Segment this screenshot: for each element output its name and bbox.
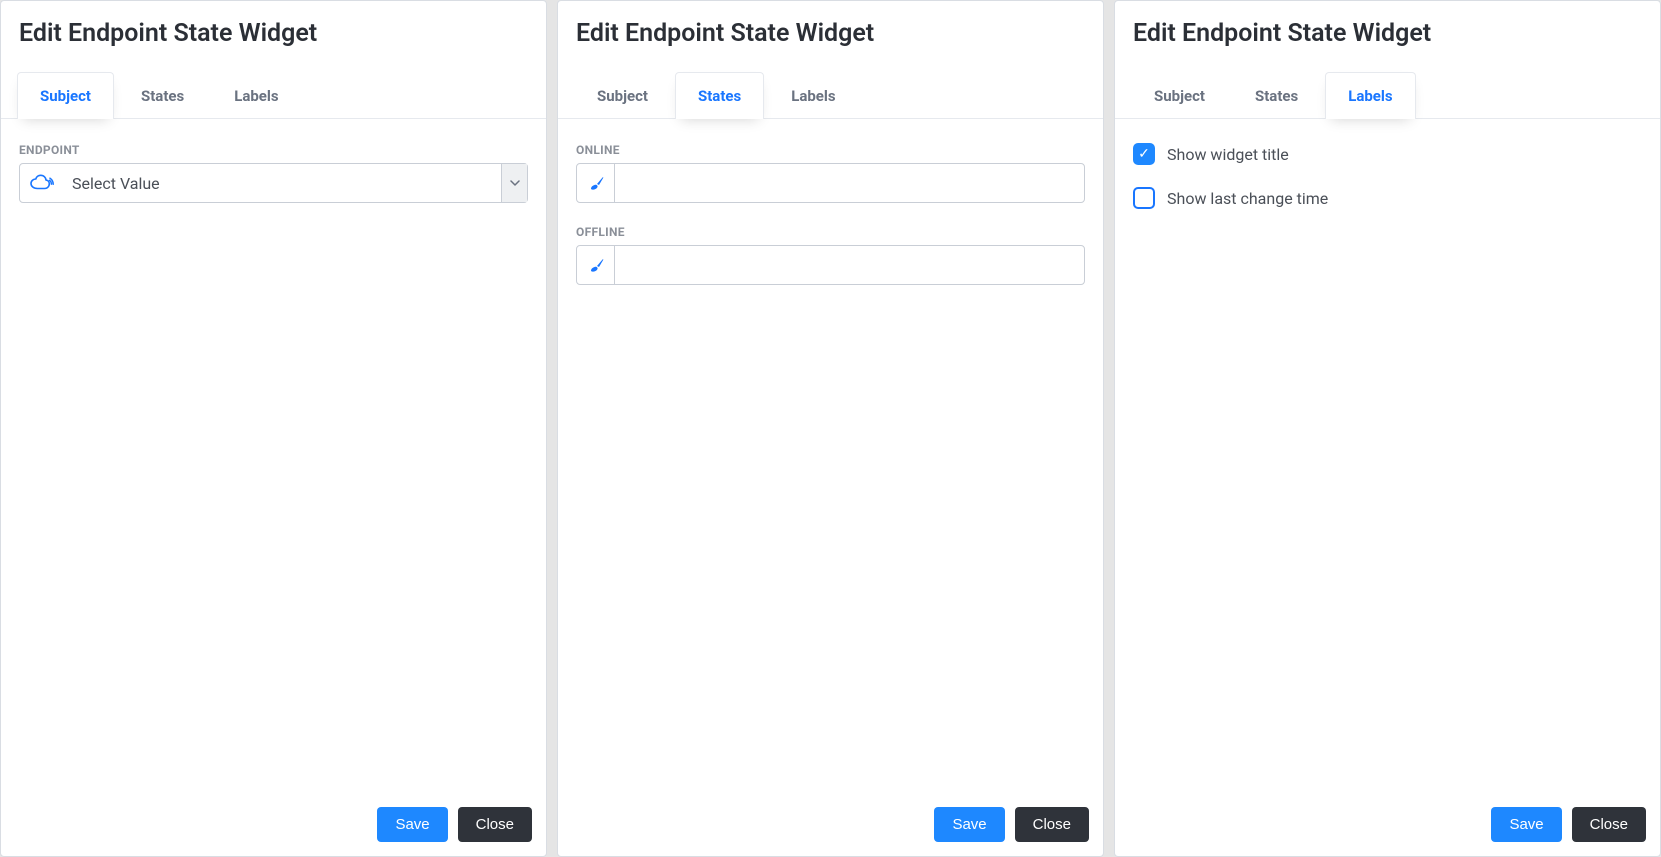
show-widget-title-checkbox[interactable]: ✓ xyxy=(1133,143,1155,165)
tabs: Subject States Labels xyxy=(1,72,546,119)
tab-content[interactable]: ENDPOINT Select Value xyxy=(1,119,546,797)
chevron-down-icon xyxy=(510,180,520,186)
save-button[interactable]: Save xyxy=(934,807,1004,842)
tab-states[interactable]: States xyxy=(118,72,207,119)
cloud-broadcast-icon xyxy=(20,164,64,202)
offline-label: OFFLINE xyxy=(576,225,1085,239)
show-widget-title-label: Show widget title xyxy=(1167,145,1289,164)
close-button[interactable]: Close xyxy=(458,807,532,842)
paintbrush-icon xyxy=(587,256,605,274)
offline-color-field xyxy=(576,245,1085,285)
show-last-change-label: Show last change time xyxy=(1167,189,1328,208)
panel-subject: Edit Endpoint State Widget Subject State… xyxy=(0,0,547,857)
online-state-group: ONLINE xyxy=(576,143,1085,203)
offline-color-picker-button[interactable] xyxy=(577,246,615,284)
endpoint-select[interactable]: Select Value xyxy=(19,163,528,203)
online-color-picker-button[interactable] xyxy=(577,164,615,202)
endpoint-select-toggle[interactable] xyxy=(501,164,527,202)
check-icon: ✓ xyxy=(1138,147,1150,161)
panel-states: Edit Endpoint State Widget Subject State… xyxy=(557,0,1104,857)
tab-subject[interactable]: Subject xyxy=(574,72,671,119)
tab-subject[interactable]: Subject xyxy=(17,72,114,119)
show-last-change-checkbox[interactable] xyxy=(1133,187,1155,209)
tab-states[interactable]: States xyxy=(1232,72,1321,119)
dialog-title: Edit Endpoint State Widget xyxy=(576,19,1085,48)
tab-labels[interactable]: Labels xyxy=(1325,72,1415,119)
paintbrush-icon xyxy=(587,174,605,192)
tabs: Subject States Labels xyxy=(1115,72,1660,119)
dialog-footer: Save Close xyxy=(558,797,1103,856)
dialog-title: Edit Endpoint State Widget xyxy=(19,19,528,48)
save-button[interactable]: Save xyxy=(377,807,447,842)
online-color-field xyxy=(576,163,1085,203)
tab-subject[interactable]: Subject xyxy=(1131,72,1228,119)
panel-labels: Edit Endpoint State Widget Subject State… xyxy=(1114,0,1661,857)
tab-labels[interactable]: Labels xyxy=(211,72,301,119)
show-widget-title-row: ✓ Show widget title xyxy=(1133,143,1642,165)
online-color-input[interactable] xyxy=(615,164,1084,202)
close-button[interactable]: Close xyxy=(1572,807,1646,842)
online-label: ONLINE xyxy=(576,143,1085,157)
tab-labels[interactable]: Labels xyxy=(768,72,858,119)
close-button[interactable]: Close xyxy=(1015,807,1089,842)
endpoint-select-value: Select Value xyxy=(64,164,501,202)
tab-content[interactable]: ✓ Show widget title Show last change tim… xyxy=(1115,119,1660,797)
tab-states[interactable]: States xyxy=(675,72,764,119)
tab-content[interactable]: ONLINE OFFLINE xyxy=(558,119,1103,797)
panel-header: Edit Endpoint State Widget xyxy=(1115,1,1660,72)
offline-state-group: OFFLINE xyxy=(576,225,1085,285)
panel-header: Edit Endpoint State Widget xyxy=(558,1,1103,72)
dialog-footer: Save Close xyxy=(1,797,546,856)
offline-color-input[interactable] xyxy=(615,246,1084,284)
tabs: Subject States Labels xyxy=(558,72,1103,119)
show-last-change-row: Show last change time xyxy=(1133,187,1642,209)
panel-header: Edit Endpoint State Widget xyxy=(1,1,546,72)
save-button[interactable]: Save xyxy=(1491,807,1561,842)
dialog-footer: Save Close xyxy=(1115,797,1660,856)
dialog-title: Edit Endpoint State Widget xyxy=(1133,19,1642,48)
endpoint-label: ENDPOINT xyxy=(19,143,528,157)
